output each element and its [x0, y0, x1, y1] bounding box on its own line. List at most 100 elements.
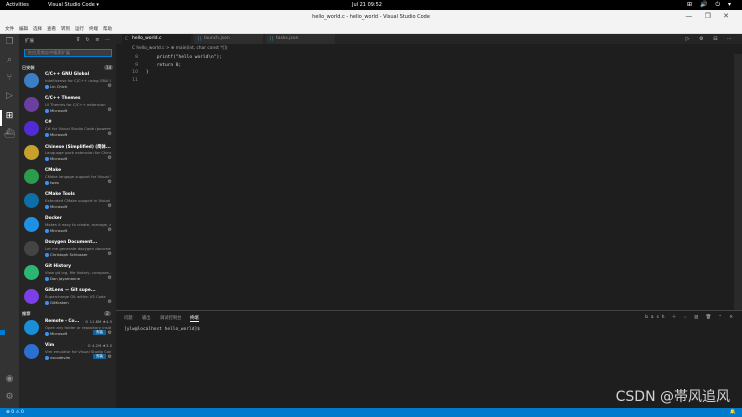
search-icon[interactable]: ⌕	[4, 55, 15, 66]
extension-publisher: vscodevim	[45, 355, 70, 360]
recommended-count-badge: 2	[104, 311, 111, 316]
problems-status[interactable]: ⊗ 0 ⚠ 0	[6, 410, 24, 415]
extension-item[interactable]: C/C++ GNU Global Intellisense for C/C++ u…	[19, 71, 116, 94]
menu-item-5[interactable]: 运行	[75, 26, 84, 32]
extension-description: Language pack extension for Chinese	[45, 150, 111, 155]
extension-publisher: Microsoft	[45, 228, 67, 233]
recommended-section-header[interactable]: 推荐 2	[22, 311, 111, 317]
menu-item-6[interactable]: 终端	[89, 26, 98, 32]
extension-publisher: Microsoft	[45, 132, 67, 137]
extension-item[interactable]: GitLens — Git supe... Supercharge Git wit…	[19, 287, 116, 310]
extension-item[interactable]: Vim ⊙ 4.2M ★3.5 Vim emulator for Visual St…	[19, 342, 116, 365]
activity-bar: ❐ ⌕ ⑂ ▷ ⊞ ⛴ ◉ ⚙	[0, 34, 19, 408]
extension-gear-icon[interactable]: ⚙	[108, 179, 112, 185]
extension-name: CMake	[45, 168, 61, 173]
breadcrumb[interactable]: C hello_world.c > ⊕ main(int, char const…	[132, 46, 228, 51]
extension-item[interactable]: Remote - Co... ⊙ 11.8M ★4.5 Open any folde…	[19, 318, 116, 341]
extension-gear-icon[interactable]: ⚙	[108, 251, 112, 257]
extension-logo-icon	[24, 217, 39, 232]
extension-gear-icon[interactable]: ⚙	[108, 227, 112, 233]
clock[interactable]: Jul 21 09:52	[352, 2, 382, 8]
extension-gear-icon[interactable]: ⚙	[108, 107, 112, 113]
tab-launch-json[interactable]: {} launch.json	[194, 34, 264, 44]
sidebar-tools[interactable]: ⊽ ↻ ≡ ⋯	[76, 37, 112, 43]
extension-logo-icon	[24, 193, 39, 208]
verified-icon	[45, 356, 49, 360]
extension-name: Doxygen Document...	[45, 240, 98, 245]
extension-item[interactable]: CMake Tools Extended CMake support in Vis…	[19, 191, 116, 214]
extension-name: Vim	[45, 343, 55, 348]
code-editor[interactable]: printf("hello world\n"); return 0; }	[146, 54, 222, 77]
editor-tabs: Chello_world.c{} launch.json{} tasks.json	[116, 34, 742, 44]
extension-name: Remote - Co...	[45, 319, 80, 324]
extension-name: Docker	[45, 216, 62, 221]
extensions-icon[interactable]: ⊞	[4, 111, 15, 122]
panel-tab-0[interactable]: 问题	[124, 315, 133, 321]
extension-publisher: Don Jayamanne	[45, 276, 80, 281]
editor-area: Chello_world.c{} launch.json{} tasks.json …	[116, 34, 742, 408]
window-controls[interactable]: — ❐ ✕	[685, 12, 734, 20]
manage-gear-icon[interactable]: ⚙	[4, 392, 15, 403]
extension-name: C#	[45, 120, 52, 125]
extension-item[interactable]: DockerMakes it easy to create, manage, a…	[19, 215, 116, 238]
verified-icon	[45, 133, 49, 137]
system-tray[interactable]: ⊞ 🔊 ⏻ ▾	[687, 1, 734, 9]
menu-item-3[interactable]: 查看	[47, 26, 56, 32]
extension-gear-icon[interactable]: ⚙	[108, 203, 112, 209]
file-type-icon: {}	[269, 36, 275, 41]
menu-item-4[interactable]: 转到	[61, 26, 70, 32]
verified-icon	[45, 181, 49, 185]
explorer-icon[interactable]: ❐	[4, 37, 15, 48]
panel-tab-1[interactable]: 输出	[142, 315, 151, 321]
extension-logo-icon	[24, 121, 39, 136]
install-button[interactable]: 安装	[92, 330, 106, 335]
menu-item-0[interactable]: 文件	[5, 26, 14, 32]
extension-description: UI Themes for C/C++ extension	[45, 102, 106, 107]
line-number: 11	[132, 77, 138, 83]
installed-label: 已安装	[22, 65, 35, 70]
tab-hello_world-c[interactable]: Chello_world.c	[122, 34, 192, 44]
extension-gear-icon[interactable]: ⚙	[108, 330, 112, 336]
extension-item[interactable]: C#C# for Visual Studio Code (powered by.…	[19, 119, 116, 142]
editor-scrollbar[interactable]	[734, 54, 742, 314]
run-debug-icon[interactable]: ▷	[4, 91, 15, 102]
extension-gear-icon[interactable]: ⚙	[108, 155, 112, 161]
app-menu[interactable]: Visual Studio Code ▾	[48, 2, 99, 8]
extension-gear-icon[interactable]: ⚙	[108, 275, 112, 281]
account-icon[interactable]: ◉	[4, 374, 15, 385]
extension-item[interactable]: Git History View git log, file history, c…	[19, 263, 116, 286]
menu-item-7[interactable]: 帮助	[103, 26, 112, 32]
extension-gear-icon[interactable]: ⚙	[108, 83, 112, 89]
extension-item[interactable]: Chinese (Simplified) (简体... Language pack…	[19, 143, 116, 166]
docker-icon[interactable]: ⛴	[4, 129, 15, 140]
extension-description: View git log, file history, compare...	[45, 270, 111, 275]
source-control-icon[interactable]: ⑂	[4, 73, 15, 84]
window-titlebar: hello_world.c - hello_world - Visual Stu…	[0, 10, 742, 24]
tab-tasks-json[interactable]: {} tasks.json	[266, 34, 336, 44]
extension-name: C/C++ GNU Global	[45, 72, 90, 77]
extension-item[interactable]: C/C++ Themes UI Themes for C/C++ extensio…	[19, 95, 116, 118]
extension-gear-icon[interactable]: ⚙	[108, 299, 112, 305]
terminal-prompt[interactable]: [ylw@localhost hello_world]$	[124, 327, 200, 332]
extension-name: Git History	[45, 264, 72, 269]
menu-item-1[interactable]: 编辑	[19, 26, 28, 32]
extension-item[interactable]: CMakeCMake langage support for Visual St…	[19, 167, 116, 190]
menu-item-2[interactable]: 选择	[33, 26, 42, 32]
activities-button[interactable]: Activities	[6, 2, 29, 8]
remote-indicator[interactable]	[0, 330, 5, 335]
extension-search-input[interactable]: 在应用商店中搜索扩展	[24, 49, 112, 57]
panel-tab-2[interactable]: 调试控制台	[160, 315, 181, 321]
extension-logo-icon	[24, 320, 39, 335]
extension-gear-icon[interactable]: ⚙	[108, 131, 112, 137]
editor-toolbar[interactable]: ▷ ⚙ ⊟ ⋯	[686, 36, 736, 42]
extension-description: Extended CMake support in Visual Studio	[45, 198, 111, 203]
menu-bar: 文件 编辑 选择 查看 转到 运行 终端 帮助	[0, 24, 742, 34]
line-numbers: 8 9 10 11	[116, 54, 138, 84]
extension-publisher: Microsoft	[45, 156, 67, 161]
panel-toolbar[interactable]: bash ＋ ⌵ ▥ 🗑 ⌃ ✕	[645, 314, 736, 320]
install-button[interactable]: 安装	[92, 354, 106, 359]
extension-gear-icon[interactable]: ⚙	[108, 354, 112, 360]
extension-item[interactable]: Doxygen Document... Let me generate doxyg…	[19, 239, 116, 262]
notifications-icon[interactable]: 🔔	[730, 409, 736, 415]
panel-tab-3[interactable]: 终端	[190, 315, 199, 322]
